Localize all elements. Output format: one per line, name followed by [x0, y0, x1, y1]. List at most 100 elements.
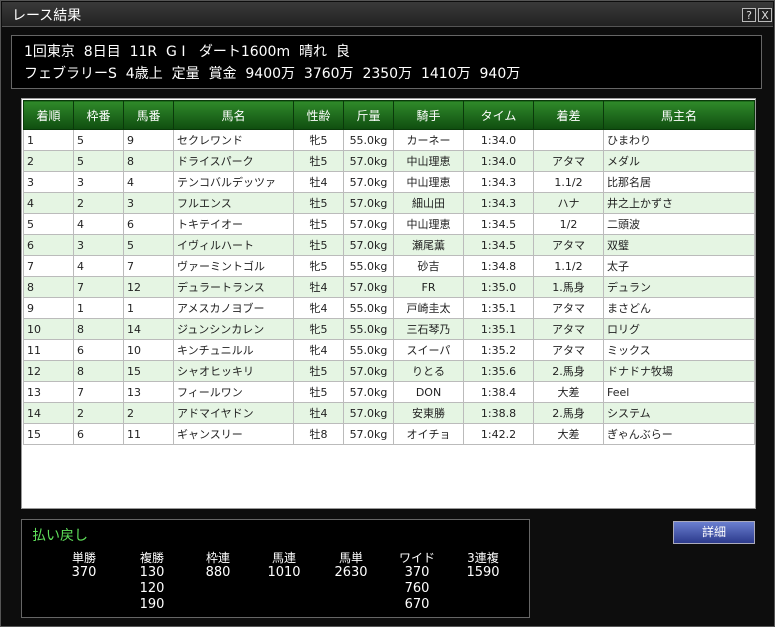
payout-type-label: 馬連 — [271, 551, 296, 565]
table-cell: 細山田 — [393, 192, 464, 214]
column-header[interactable]: 性齢 — [293, 100, 344, 130]
table-cell: 二頭波 — [603, 213, 755, 235]
table-cell: 中山理恵 — [393, 150, 464, 172]
table-cell: 牡8 — [293, 423, 344, 445]
table-cell: 中山理恵 — [393, 171, 464, 193]
table-cell: 12 — [23, 360, 74, 382]
payout-value: 370 — [71, 565, 97, 580]
table-row[interactable]: 2 5 8 ドライスパーク 牡5 57.0kg 中山理恵 1:34.0 アタマ メダル — [23, 150, 755, 172]
table-cell: デュラートランス — [173, 276, 294, 298]
column-header[interactable]: 馬番 — [123, 100, 174, 130]
table-cell: 57.0kg — [343, 402, 394, 424]
column-header[interactable]: 着順 — [23, 100, 74, 130]
table-cell: 55.0kg — [343, 318, 394, 340]
race-info-panel: 1回東京 8日目 11R G I ダート1600m 晴れ 良 フェブラリーS 4… — [11, 35, 762, 89]
race-result-window: レース結果 ? X 1回東京 8日目 11R G I ダート1600m 晴れ 良… — [0, 0, 775, 627]
results-table: 着順 枠番 馬番 馬名 性齢 斤量 騎手 タイム 着差 馬主名 1 5 9 セクレワンド 牝5 55.0kg… — [23, 100, 755, 445]
payout-value: 2630 — [334, 565, 368, 580]
table-cell: 14 — [123, 318, 174, 340]
race-info-line-1: 1回東京 8日目 11R G I ダート1600m 晴れ 良 — [24, 44, 350, 60]
table-cell: トキテイオー — [173, 213, 294, 235]
table-cell: 牡4 — [293, 402, 344, 424]
table-row[interactable]: 10 8 14 ジュンシンカレン 牝5 55.0kg 三石琴乃 1:35.1 アタマ ロリグ — [23, 318, 755, 340]
detail-button[interactable]: 詳細 — [673, 521, 755, 544]
table-cell: アドマイヤドン — [173, 402, 294, 424]
payout-value: 120 — [139, 581, 165, 596]
table-row[interactable]: 8 7 12 デュラートランス 牡4 57.0kg FR 1:35.0 1.馬身 デュラン — [23, 276, 755, 298]
table-cell: ミックス — [603, 339, 755, 361]
table-cell: フルエンス — [173, 192, 294, 214]
table-cell: 三石琴乃 — [393, 318, 464, 340]
payout-column: 馬単 2630 — [321, 549, 381, 581]
table-cell: ドナドナ牧場 — [603, 360, 755, 382]
table-cell: ジュンシンカレン — [173, 318, 294, 340]
table-row[interactable]: 13 7 13 フィールワン 牡5 57.0kg DON 1:38.4 大差 Feel — [23, 381, 755, 403]
table-cell: 1:34.0 — [463, 129, 534, 151]
table-cell: DON — [393, 381, 464, 403]
table-cell: 55.0kg — [343, 255, 394, 277]
payout-column: 3連複 1590 — [453, 549, 513, 581]
table-row[interactable]: 3 3 4 テンコバルデッツァ 牡4 57.0kg 中山理恵 1:34.3 1.1/2 比那名居 — [23, 171, 755, 193]
table-cell: 57.0kg — [343, 423, 394, 445]
table-cell: 井之上かずさ — [603, 192, 755, 214]
table-cell: りとる — [393, 360, 464, 382]
table-row[interactable]: 4 2 3 フルエンス 牡5 57.0kg 細山田 1:34.3 ハナ 井之上かずさ — [23, 192, 755, 214]
payout-column: 枠連 880 — [188, 549, 248, 581]
table-cell: 15 — [23, 423, 74, 445]
payout-title: 払い戻し — [32, 528, 88, 544]
table-cell: カーネー — [393, 129, 464, 151]
table-cell: 1:35.1 — [463, 318, 534, 340]
column-header[interactable]: 斤量 — [343, 100, 394, 130]
table-row[interactable]: 7 4 7 ヴァーミントゴル 牝5 55.0kg 砂吉 1:34.8 1.1/2 太子 — [23, 255, 755, 277]
table-cell: 4 — [23, 192, 74, 214]
table-cell: 牡5 — [293, 150, 344, 172]
table-cell: 57.0kg — [343, 150, 394, 172]
table-row[interactable]: 5 4 6 トキテイオー 牡5 57.0kg 中山理恵 1:34.5 1/2 二頭波 — [23, 213, 755, 235]
column-header[interactable]: 着差 — [533, 100, 604, 130]
table-cell: 8 — [73, 360, 124, 382]
table-cell: イヴィルハート — [173, 234, 294, 256]
results-table-container[interactable]: 着順 枠番 馬番 馬名 性齢 斤量 騎手 タイム 着差 馬主名 1 5 9 セクレワンド 牝5 55.0kg… — [21, 98, 756, 509]
payout-value: 760 — [404, 581, 430, 596]
table-cell: 4 — [73, 255, 124, 277]
table-cell: 牡5 — [293, 360, 344, 382]
table-row[interactable]: 6 3 5 イヴィルハート 牡5 57.0kg 瀬尾薫 1:34.5 アタマ 双璧 — [23, 234, 755, 256]
table-row[interactable]: 1 5 9 セクレワンド 牝5 55.0kg カーネー 1:34.0 ひまわり — [23, 129, 755, 151]
column-header[interactable]: 馬名 — [173, 100, 294, 130]
table-cell: 1:34.8 — [463, 255, 534, 277]
table-row[interactable]: 15 6 11 ギャンスリー 牡8 57.0kg オイチョ 1:42.2 大差 ぎゃんぶらー — [23, 423, 755, 445]
table-cell: 牝5 — [293, 129, 344, 151]
table-cell: アタマ — [533, 234, 604, 256]
table-row[interactable]: 14 2 2 アドマイヤドン 牡4 57.0kg 安東勝 1:38.8 2.馬身 システム — [23, 402, 755, 424]
table-cell: 1:34.3 — [463, 192, 534, 214]
payout-column: 馬連 1010 — [254, 549, 314, 581]
table-cell: 5 — [73, 150, 124, 172]
column-header[interactable]: 枠番 — [73, 100, 124, 130]
table-cell: 牝5 — [293, 255, 344, 277]
payout-column: ワイド 370 760 670 — [387, 549, 447, 613]
table-cell: 牡5 — [293, 381, 344, 403]
column-header[interactable]: 騎手 — [393, 100, 464, 130]
table-cell: 14 — [23, 402, 74, 424]
table-cell: ハナ — [533, 192, 604, 214]
table-cell: アタマ — [533, 339, 604, 361]
help-button[interactable]: ? — [742, 8, 756, 22]
table-cell: 1 — [23, 129, 74, 151]
table-cell: 57.0kg — [343, 192, 394, 214]
column-header[interactable]: タイム — [463, 100, 534, 130]
table-cell: 6 — [123, 213, 174, 235]
table-cell: 10 — [23, 318, 74, 340]
table-cell: 13 — [23, 381, 74, 403]
payout-value: 130 — [139, 565, 165, 580]
table-row[interactable]: 9 1 1 アメスカノヨブー 牝4 55.0kg 戸崎圭太 1:35.1 アタマ まさどん — [23, 297, 755, 319]
table-row[interactable]: 12 8 15 シャオヒッキリ 牡5 57.0kg りとる 1:35.6 2.馬身 ドナドナ牧場 — [23, 360, 755, 382]
table-cell: 57.0kg — [343, 276, 394, 298]
table-cell: 1.1/2 — [533, 171, 604, 193]
table-cell: FR — [393, 276, 464, 298]
column-header[interactable]: 馬主名 — [603, 100, 755, 130]
payout-type-label: 単勝 — [71, 551, 96, 565]
table-cell: ヴァーミントゴル — [173, 255, 294, 277]
table-row[interactable]: 11 6 10 キンチュニルル 牝4 55.0kg スイーパ 1:35.2 アタマ ミックス — [23, 339, 755, 361]
close-button[interactable]: X — [758, 8, 772, 22]
table-cell: 1:35.2 — [463, 339, 534, 361]
